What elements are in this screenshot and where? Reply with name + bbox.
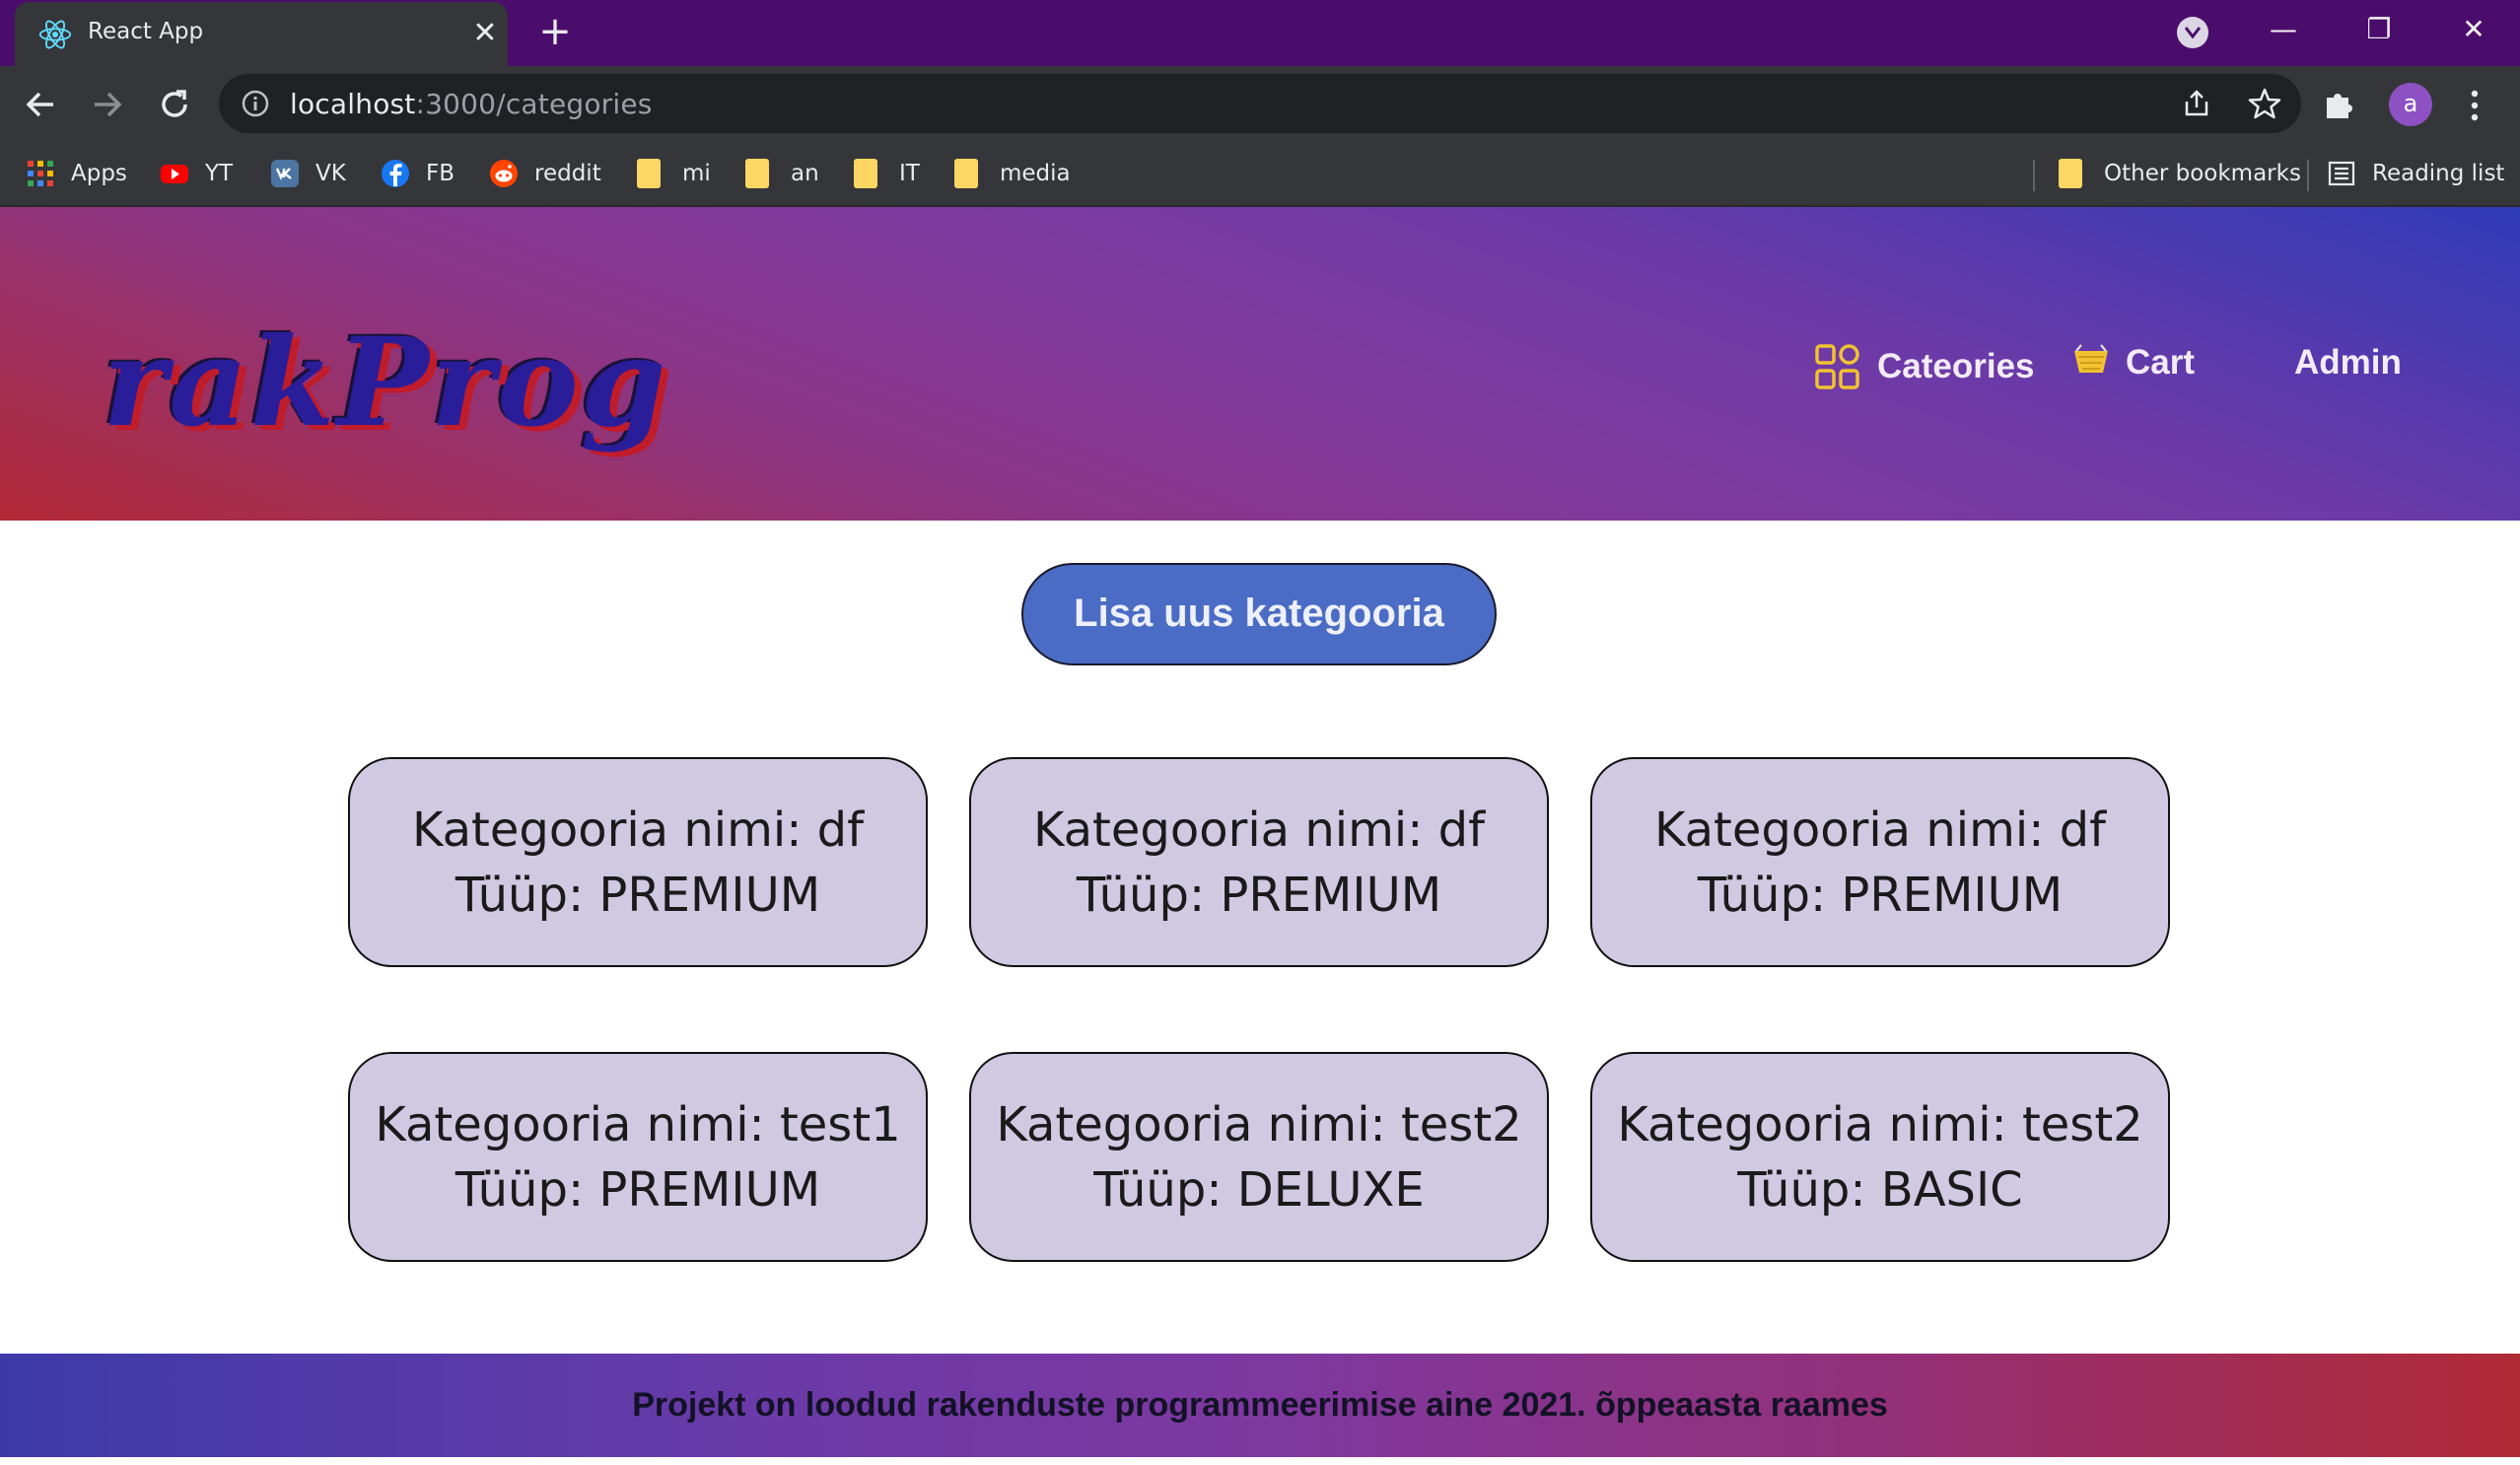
category-name: Kategooria nimi: test2 xyxy=(1617,1096,2143,1152)
back-arrow-icon xyxy=(26,92,53,117)
reload-icon xyxy=(162,90,187,117)
category-name: Kategooria nimi: test1 xyxy=(375,1096,901,1152)
forward-button[interactable] xyxy=(81,78,134,131)
bookmark-label: VK xyxy=(315,161,346,186)
site-header: rakProg Cateories Cart Admin xyxy=(0,207,2520,521)
folder-icon xyxy=(637,159,661,188)
extensions-puzzle-icon[interactable] xyxy=(2323,88,2356,121)
site-logo[interactable]: rakProg xyxy=(103,312,668,454)
category-type: Tüüp: PREMIUM xyxy=(455,867,821,923)
bookmark-folder-it[interactable]: IT xyxy=(854,154,920,193)
category-card[interactable]: Kategooria nimi: test2 Tüüp: BASIC xyxy=(1590,1052,2170,1262)
category-card[interactable]: Kategooria nimi: df Tüüp: PREMIUM xyxy=(1590,757,2170,967)
folder-icon xyxy=(954,159,978,188)
bookmark-label: FB xyxy=(426,161,455,186)
bookmark-label: media xyxy=(1000,161,1071,186)
bookmark-label: an xyxy=(791,161,819,186)
forward-arrow-icon xyxy=(95,92,122,117)
category-name: Kategooria nimi: test2 xyxy=(996,1096,1522,1152)
folder-icon xyxy=(745,159,769,188)
category-name: Kategooria nimi: df xyxy=(412,802,864,858)
nav-admin[interactable]: Admin xyxy=(2294,343,2402,383)
bookmark-label: Apps xyxy=(71,161,127,186)
bookmark-apps[interactable]: Apps xyxy=(26,154,127,193)
nav-categories[interactable]: Cateories xyxy=(1814,343,2035,390)
reddit-icon xyxy=(490,160,518,187)
reading-list-icon xyxy=(2328,161,2355,186)
new-tab-button[interactable]: + xyxy=(532,10,578,55)
site-footer: Projekt on loodud rakenduste programmeer… xyxy=(0,1354,2520,1457)
category-type: Tüüp: PREMIUM xyxy=(1697,867,2064,923)
reload-button[interactable] xyxy=(148,78,201,131)
url-path: :3000/categories xyxy=(415,88,653,120)
category-type: Tüüp: DELUXE xyxy=(1093,1161,1425,1218)
tab-title: React App xyxy=(88,19,204,44)
folder-icon xyxy=(854,159,877,188)
apps-grid-icon xyxy=(28,161,53,186)
info-icon[interactable] xyxy=(241,89,270,118)
category-card[interactable]: Kategooria nimi: df Tüüp: PREMIUM xyxy=(969,757,1549,967)
minimize-window-button[interactable]: — xyxy=(2254,8,2313,51)
url-text: localhost:3000/categories xyxy=(290,88,653,120)
profile-avatar[interactable]: a xyxy=(2389,83,2432,126)
bookmarks-divider xyxy=(2307,160,2309,191)
tab-close-icon[interactable]: ✕ xyxy=(463,12,507,55)
browser-toolbar: localhost:3000/categories a xyxy=(0,66,2520,142)
youtube-icon xyxy=(161,165,188,183)
browser-tab[interactable]: React App ✕ xyxy=(15,2,508,66)
categories-grid-icon xyxy=(1815,344,1859,389)
bookmark-fb[interactable]: FB xyxy=(381,154,455,193)
category-card[interactable]: Kategooria nimi: df Tüüp: PREMIUM xyxy=(348,757,928,967)
restore-window-button[interactable]: ❐ xyxy=(2349,8,2409,51)
nav-cart[interactable]: Cart xyxy=(2072,343,2195,383)
bookmark-folder-mi[interactable]: mi xyxy=(637,154,711,193)
bookmark-label: mi xyxy=(682,161,711,186)
category-card[interactable]: Kategooria nimi: test2 Tüüp: DELUXE xyxy=(969,1052,1549,1262)
bookmark-label: YT xyxy=(205,161,234,186)
tab-search-icon[interactable] xyxy=(2177,17,2208,48)
back-button[interactable] xyxy=(14,78,67,131)
category-name: Kategooria nimi: df xyxy=(1033,802,1485,858)
category-name: Kategooria nimi: df xyxy=(1654,802,2106,858)
page-bottom-edge xyxy=(0,1457,2520,1465)
bookmark-label: IT xyxy=(899,161,920,186)
bookmark-folder-media[interactable]: media xyxy=(954,154,1071,193)
facebook-icon xyxy=(382,160,409,187)
category-type: Tüüp: BASIC xyxy=(1737,1161,2023,1218)
bookmarks-bar: Apps YT VK FB reddit mi an IT media Othe… xyxy=(0,142,2520,207)
category-type: Tüüp: PREMIUM xyxy=(455,1161,821,1218)
bookmark-label: reddit xyxy=(534,161,601,186)
bookmark-star-icon[interactable] xyxy=(2248,87,2281,120)
react-icon xyxy=(38,20,72,49)
vk-icon xyxy=(271,160,299,187)
url-host: localhost xyxy=(290,88,416,120)
category-type: Tüüp: PREMIUM xyxy=(1076,867,1442,923)
nav-cart-label: Cart xyxy=(2126,343,2196,382)
cart-basket-icon xyxy=(2074,344,2108,373)
nav-admin-label: Admin xyxy=(2294,343,2402,382)
bookmark-reddit[interactable]: reddit xyxy=(489,154,601,193)
bookmark-yt[interactable]: YT xyxy=(160,154,233,193)
reading-list-label: Reading list xyxy=(2372,161,2505,186)
footer-text: Projekt on loodud rakenduste programmeer… xyxy=(632,1386,1888,1424)
add-category-button[interactable]: Lisa uus kategooria xyxy=(1021,563,1497,665)
other-bookmarks-label: Other bookmarks xyxy=(2104,161,2301,186)
bookmark-folder-an[interactable]: an xyxy=(745,154,819,193)
address-bar[interactable]: localhost:3000/categories xyxy=(219,74,2301,133)
folder-icon xyxy=(2059,159,2082,188)
category-card[interactable]: Kategooria nimi: test1 Tüüp: PREMIUM xyxy=(348,1052,928,1262)
bookmark-vk[interactable]: VK xyxy=(270,154,346,193)
other-bookmarks[interactable]: Other bookmarks xyxy=(2059,154,2301,193)
nav-categories-label: Cateories xyxy=(1877,347,2035,385)
close-window-button[interactable]: ✕ xyxy=(2444,8,2503,51)
bookmarks-divider xyxy=(2033,160,2035,191)
share-icon[interactable] xyxy=(2181,88,2212,119)
browser-tab-strip: React App ✕ + — ❐ ✕ xyxy=(0,0,2520,66)
browser-menu-icon[interactable] xyxy=(2465,86,2485,125)
reading-list[interactable]: Reading list xyxy=(2327,154,2504,193)
